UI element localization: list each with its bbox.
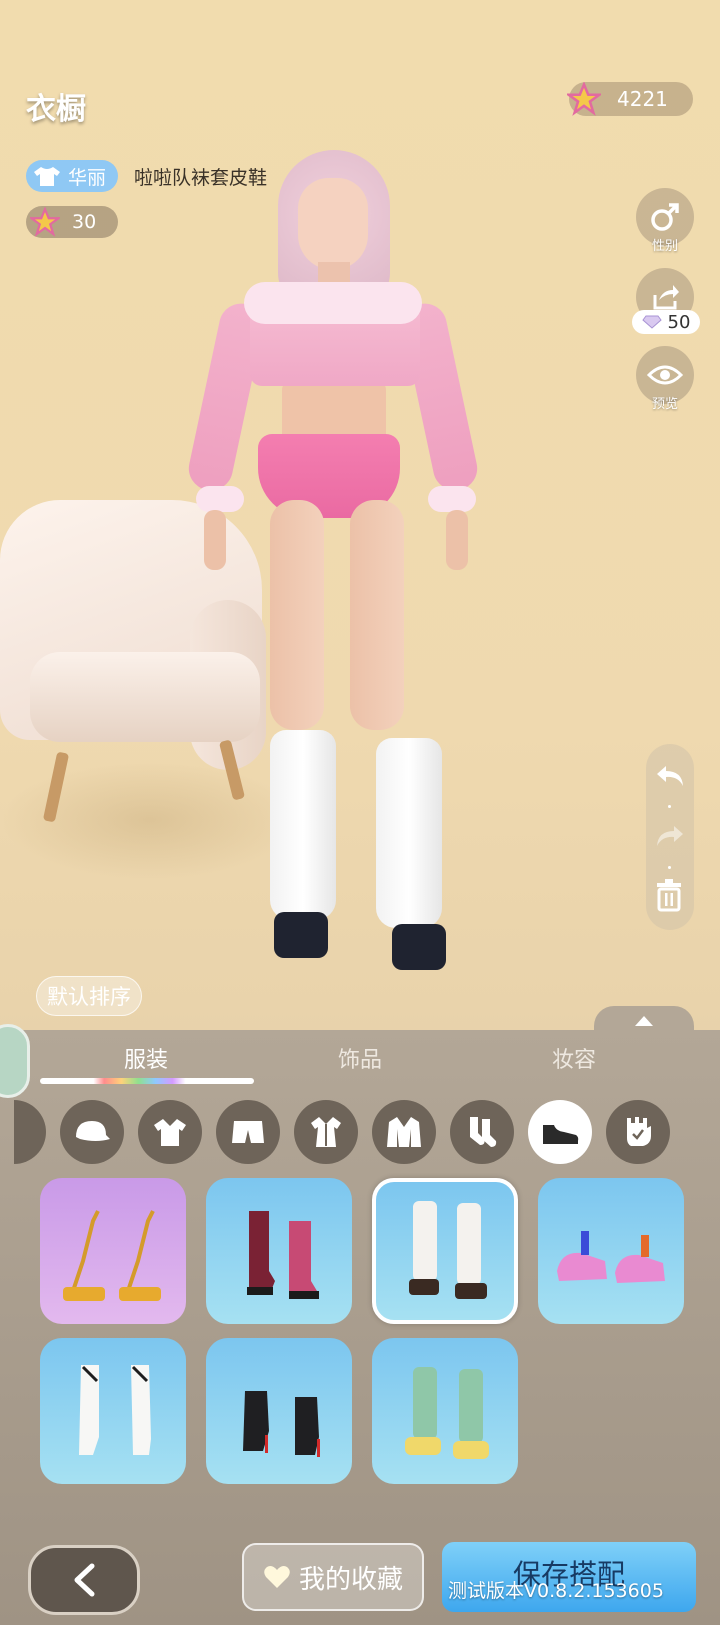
tab-clothing[interactable]: 服装 xyxy=(66,1042,226,1074)
star-icon xyxy=(567,82,601,116)
score-value: 30 xyxy=(72,211,97,233)
shoe-icon xyxy=(543,1125,579,1144)
divider-dot xyxy=(668,805,671,808)
green-warmers-thumbnail xyxy=(405,1367,489,1459)
avatar-right-legwarmer xyxy=(376,738,442,928)
item-card-pink-sneakers[interactable] xyxy=(538,1178,684,1324)
sub-category-bottoms[interactable] xyxy=(216,1100,280,1164)
item-card-white-boots[interactable] xyxy=(40,1338,186,1484)
sub-category-shoes[interactable] xyxy=(528,1100,592,1164)
avatar-left-legwarmer xyxy=(270,730,336,920)
favorites-label: 我的收藏 xyxy=(298,1564,403,1595)
side-menu-handle[interactable] xyxy=(0,1024,30,1098)
avatar-right-leg xyxy=(350,500,404,730)
preview-label: 预览 xyxy=(651,397,678,412)
avatar-hand xyxy=(446,510,468,570)
sleeve-cuff xyxy=(428,486,476,512)
style-tag: 华丽 xyxy=(26,160,119,192)
undo-icon[interactable] xyxy=(654,762,686,790)
tab-accessories[interactable]: 饰品 xyxy=(280,1042,440,1074)
active-tab-underline xyxy=(40,1078,254,1084)
tshirt-icon xyxy=(34,167,60,186)
shorts-icon xyxy=(232,1121,264,1143)
style-tag-label: 华丽 xyxy=(68,166,107,189)
heart-icon xyxy=(264,1566,290,1588)
item-card-golden-heels[interactable] xyxy=(40,1178,186,1324)
divider-dot xyxy=(668,866,671,869)
sub-category-socks[interactable] xyxy=(450,1100,514,1164)
sub-category-outerwear[interactable] xyxy=(372,1100,436,1164)
item-card-star-boots[interactable] xyxy=(206,1178,352,1324)
tab-makeup[interactable]: 妆容 xyxy=(494,1042,654,1074)
redo-icon[interactable] xyxy=(654,822,686,850)
item-card-black-boots[interactable] xyxy=(206,1338,352,1484)
golden-heels-thumbnail xyxy=(63,1210,161,1301)
sub-category-dress[interactable] xyxy=(294,1100,358,1164)
dress-icon xyxy=(311,1117,341,1147)
share-icon xyxy=(653,285,679,310)
hat-icon xyxy=(76,1121,110,1141)
outfit-score: 30 xyxy=(26,206,118,238)
socks-icon xyxy=(470,1117,497,1147)
pink-sneakers-thumbnail xyxy=(557,1231,665,1283)
sub-category-hat[interactable] xyxy=(60,1100,124,1164)
item-card-green-warmers[interactable] xyxy=(372,1338,518,1484)
page-title: 衣橱 xyxy=(26,92,86,127)
avatar-hand xyxy=(204,510,226,570)
star-boots-thumbnail xyxy=(247,1211,319,1299)
back-button[interactable] xyxy=(28,1545,140,1615)
avatar-left-leg xyxy=(270,500,324,730)
legwarmer-shoes-thumbnail xyxy=(409,1201,487,1299)
avatar-face xyxy=(298,178,368,270)
item-card-legwarmer-shoes[interactable] xyxy=(372,1178,518,1324)
male-gender-icon xyxy=(651,203,679,231)
favorites-button[interactable]: 我的收藏 xyxy=(242,1543,424,1611)
currency-amount: 4221 xyxy=(617,87,668,111)
sub-category-accessory[interactable] xyxy=(606,1100,670,1164)
star-icon xyxy=(30,207,60,237)
avatar-fur-collar xyxy=(244,282,422,324)
panel-toggle[interactable] xyxy=(594,1006,694,1036)
sub-category-top[interactable] xyxy=(138,1100,202,1164)
share-cost-value: 50 xyxy=(667,311,691,333)
gender-label: 性别 xyxy=(651,239,678,254)
chevron-up-icon xyxy=(635,1016,653,1026)
shirt-icon xyxy=(154,1119,186,1146)
jacket-icon xyxy=(387,1117,421,1147)
version-watermark: 测试版本V0.8.2.153605 xyxy=(448,1580,664,1602)
sleeve-cuff xyxy=(196,486,244,512)
diamond-icon xyxy=(641,315,662,329)
glove-icon xyxy=(627,1117,651,1146)
eye-icon xyxy=(647,365,683,385)
avatar-left-shoe xyxy=(274,912,328,958)
trash-icon[interactable] xyxy=(655,878,683,912)
white-boots-thumbnail xyxy=(79,1365,151,1455)
chevron-left-icon xyxy=(74,1563,95,1597)
currency-display: 4221 xyxy=(567,82,693,116)
avatar-right-shoe xyxy=(392,924,446,970)
share-cost: 50 xyxy=(632,310,700,334)
black-boots-thumbnail xyxy=(243,1391,320,1457)
sort-button[interactable]: 默认排序 xyxy=(36,976,142,1016)
